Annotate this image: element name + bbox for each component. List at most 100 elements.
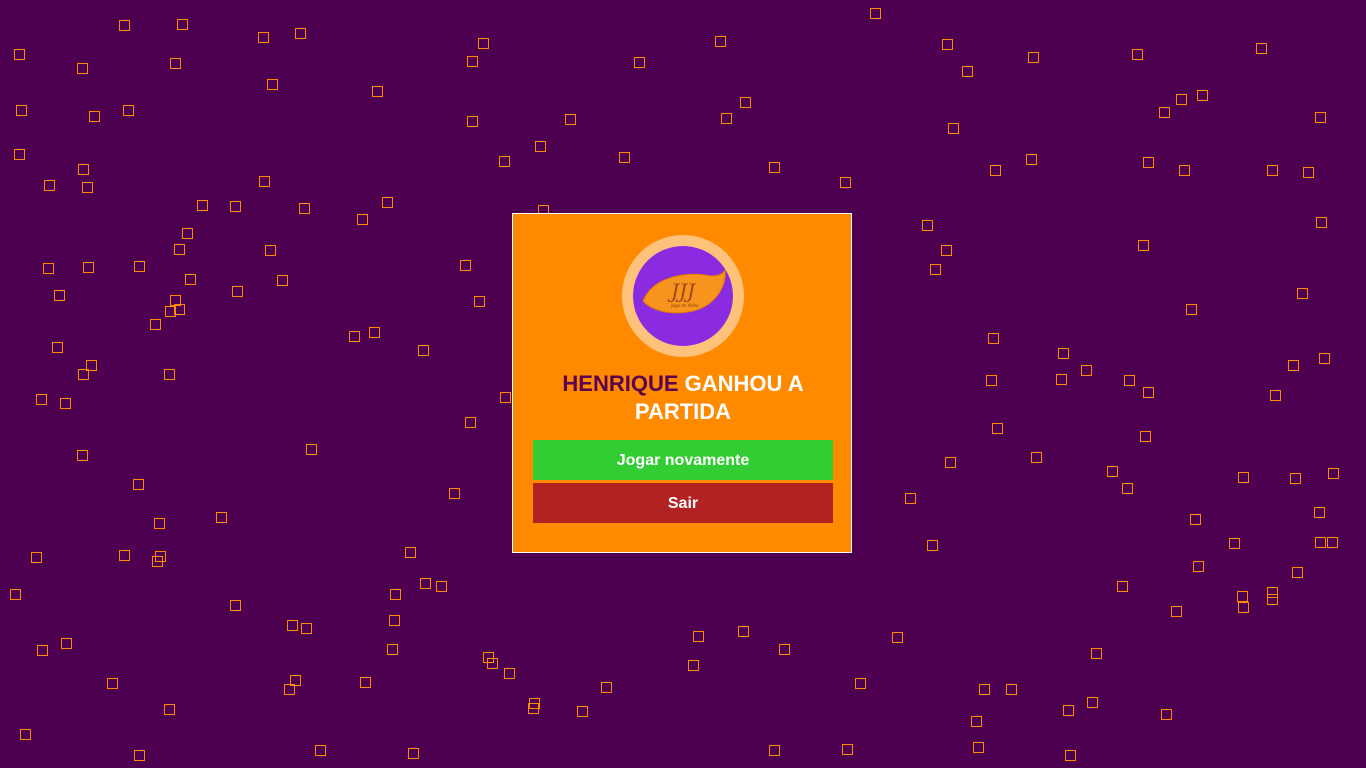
- background-square: [372, 86, 383, 97]
- background-square: [973, 742, 984, 753]
- background-square: [382, 197, 393, 208]
- background-square: [634, 57, 645, 68]
- background-square: [349, 331, 360, 342]
- background-square: [1122, 483, 1133, 494]
- background-square: [1176, 94, 1187, 105]
- background-square: [1031, 452, 1042, 463]
- background-square: [988, 333, 999, 344]
- background-square: [499, 156, 510, 167]
- background-square: [154, 518, 165, 529]
- play-again-button[interactable]: Jogar novamente: [533, 440, 833, 480]
- background-square: [357, 214, 368, 225]
- background-square: [1297, 288, 1308, 299]
- background-square: [1132, 49, 1143, 60]
- background-square: [123, 105, 134, 116]
- background-square: [36, 394, 47, 405]
- background-square: [1229, 538, 1240, 549]
- background-square: [467, 116, 478, 127]
- background-square: [14, 49, 25, 60]
- background-square: [577, 706, 588, 717]
- background-square: [43, 263, 54, 274]
- background-square: [418, 345, 429, 356]
- background-square: [892, 632, 903, 643]
- background-square: [1063, 705, 1074, 716]
- background-square: [460, 260, 471, 271]
- background-square: [855, 678, 866, 689]
- background-square: [1292, 567, 1303, 578]
- background-square: [182, 228, 193, 239]
- background-square: [1316, 217, 1327, 228]
- background-square: [1087, 697, 1098, 708]
- background-square: [565, 114, 576, 125]
- background-square: [927, 540, 938, 551]
- background-square: [119, 550, 130, 561]
- background-square: [284, 684, 295, 695]
- background-square: [474, 296, 485, 307]
- background-square: [133, 479, 144, 490]
- background-square: [1270, 390, 1281, 401]
- background-square: [1314, 507, 1325, 518]
- background-square: [14, 149, 25, 160]
- background-square: [267, 79, 278, 90]
- background-square: [467, 56, 478, 67]
- background-square: [54, 290, 65, 301]
- background-square: [369, 327, 380, 338]
- background-square: [1238, 472, 1249, 483]
- background-square: [82, 182, 93, 193]
- background-square: [265, 245, 276, 256]
- background-square: [295, 28, 306, 39]
- background-square: [1267, 594, 1278, 605]
- exit-button[interactable]: Sair: [533, 483, 833, 523]
- logo: JJJ Jogo da Velha: [622, 235, 744, 357]
- background-square: [922, 220, 933, 231]
- background-square: [150, 319, 161, 330]
- background-square: [420, 578, 431, 589]
- background-square: [1256, 43, 1267, 54]
- background-square: [1140, 431, 1151, 442]
- winner-name: HENRIQUE: [562, 371, 679, 396]
- background-square: [779, 644, 790, 655]
- background-square: [905, 493, 916, 504]
- background-square: [165, 306, 176, 317]
- background-square: [992, 423, 1003, 434]
- background-square: [1028, 52, 1039, 63]
- background-square: [89, 111, 100, 122]
- background-square: [840, 177, 851, 188]
- background-square: [360, 677, 371, 688]
- logo-tagline: Jogo da Velha: [670, 303, 699, 308]
- background-square: [1328, 468, 1339, 479]
- background-square: [504, 668, 515, 679]
- background-square: [315, 745, 326, 756]
- background-square: [962, 66, 973, 77]
- background-square: [1117, 581, 1128, 592]
- background-square: [287, 620, 298, 631]
- background-square: [1056, 374, 1067, 385]
- background-square: [230, 600, 241, 611]
- logo-text: JJJ: [667, 279, 696, 303]
- background-square: [870, 8, 881, 19]
- background-square: [1193, 561, 1204, 572]
- background-square: [948, 123, 959, 134]
- background-square: [77, 450, 88, 461]
- background-square: [197, 200, 208, 211]
- background-square: [769, 745, 780, 756]
- background-square: [971, 716, 982, 727]
- background-square: [44, 180, 55, 191]
- background-square: [78, 164, 89, 175]
- background-square: [259, 176, 270, 187]
- background-square: [436, 581, 447, 592]
- background-square: [941, 245, 952, 256]
- game-over-dialog: JJJ Jogo da Velha HENRIQUE GANHOU A PART…: [512, 213, 852, 553]
- background-square: [299, 203, 310, 214]
- background-square: [37, 645, 48, 656]
- background-square: [1006, 684, 1017, 695]
- background-square: [1186, 304, 1197, 315]
- background-square: [500, 392, 511, 403]
- background-square: [1143, 387, 1154, 398]
- background-square: [449, 488, 460, 499]
- background-square: [20, 729, 31, 740]
- background-square: [387, 644, 398, 655]
- background-square: [405, 547, 416, 558]
- background-square: [1237, 591, 1248, 602]
- background-square: [1159, 107, 1170, 118]
